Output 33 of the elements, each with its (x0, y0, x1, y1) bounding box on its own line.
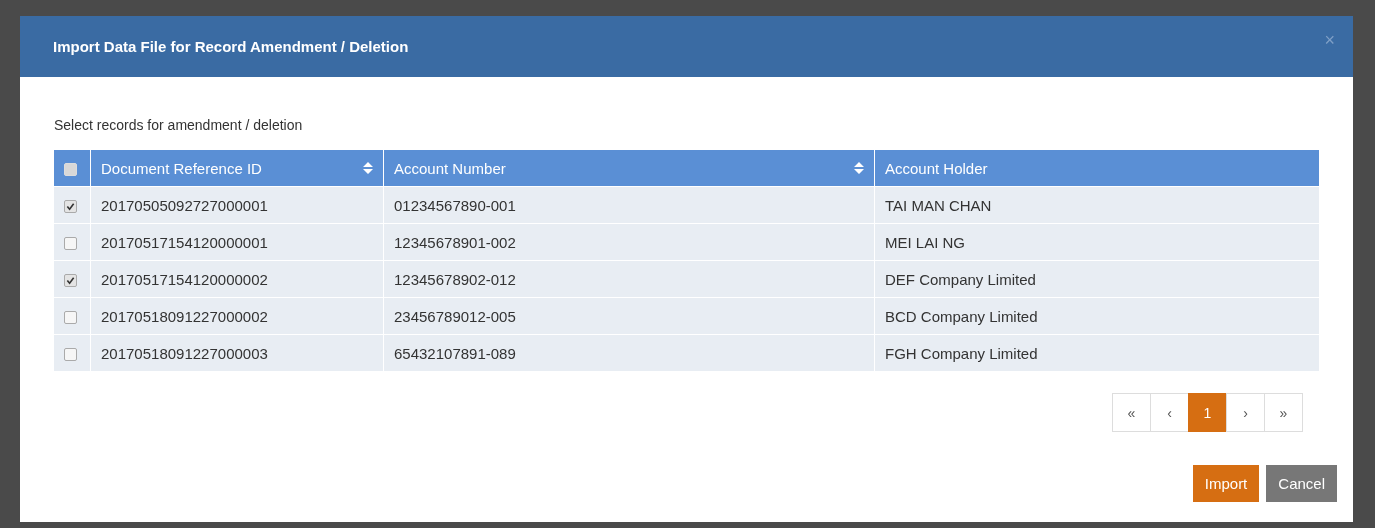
table-cell: BCD Company Limited (885, 307, 1038, 325)
column-header: Account Holder (885, 159, 988, 177)
page-button[interactable]: » (1264, 393, 1303, 432)
table-cell: 20170517154120000002 (101, 270, 268, 288)
column-header: Account Number (394, 159, 506, 177)
row-checkbox[interactable] (64, 274, 77, 288)
table-cell: 20170517154120000001 (101, 233, 268, 251)
table-cell: FGH Company Limited (885, 344, 1038, 362)
table-cell: 12345678902-012 (394, 270, 516, 288)
table-cell: 20170518091227000003 (101, 344, 268, 362)
table-cell: DEF Company Limited (885, 270, 1036, 288)
row-checkbox[interactable] (64, 311, 77, 325)
column-header: Document Reference ID (101, 159, 262, 177)
row-checkbox[interactable] (64, 237, 77, 251)
table-cell: 20170505092727000001 (101, 196, 268, 214)
dialog-title: Import Data File for Record Amendment / Deletion (53, 38, 409, 55)
table-cell: 12345678901-002 (394, 233, 516, 251)
row-checkbox[interactable] (64, 348, 77, 362)
row-checkbox[interactable] (64, 200, 77, 214)
select-all-checkbox[interactable] (64, 163, 77, 177)
page-button[interactable]: ‹ (1150, 393, 1189, 432)
table-cell: 65432107891-089 (394, 344, 516, 362)
table-cell: 23456789012-005 (394, 307, 516, 325)
page-button[interactable]: « (1112, 393, 1151, 432)
instruction-text: Select records for amendment / deletion (54, 117, 304, 133)
page-button[interactable]: › (1226, 393, 1265, 432)
table-cell: 20170518091227000002 (101, 307, 268, 325)
sort-icon[interactable] (363, 162, 373, 174)
table-cell: TAI MAN CHAN (885, 196, 992, 214)
sort-icon[interactable] (854, 162, 864, 174)
table-cell: MEI LAI NG (885, 233, 966, 251)
cancel-button[interactable]: Cancel (1266, 465, 1337, 502)
table-cell: 01234567890-001 (394, 196, 516, 214)
